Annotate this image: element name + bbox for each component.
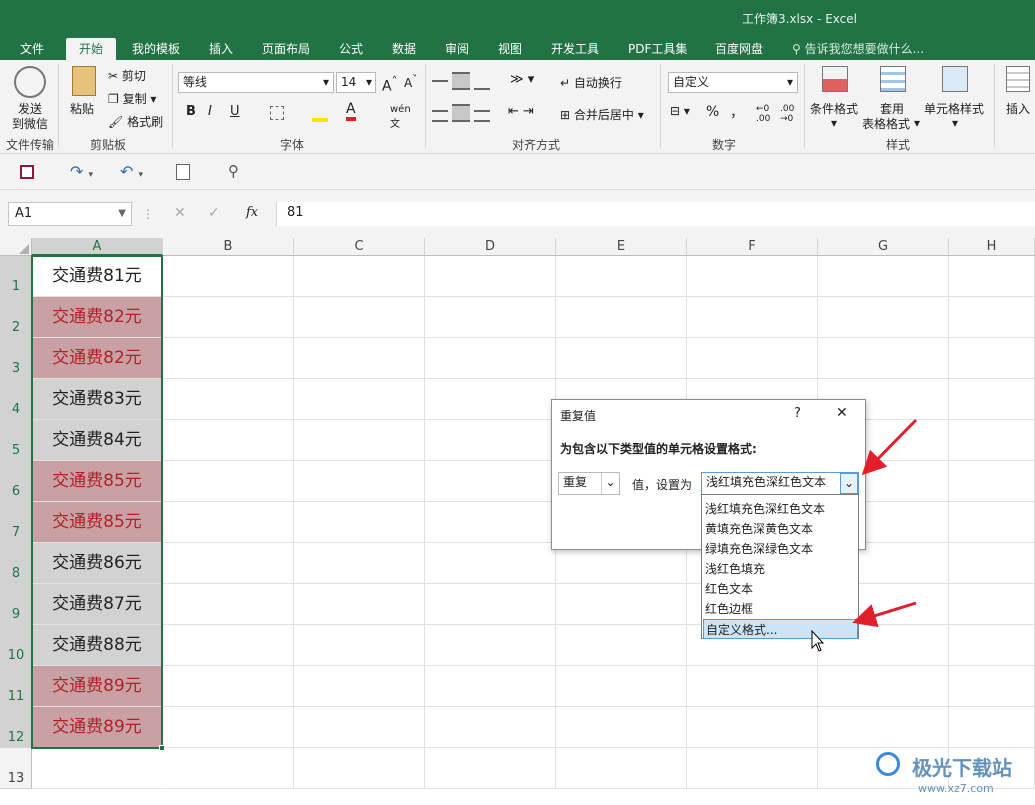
annotation-overlay bbox=[811, 418, 918, 652]
red-arrow-icon bbox=[861, 418, 918, 476]
mouse-cursor-icon bbox=[811, 629, 825, 652]
watermark-logo-icon bbox=[876, 752, 900, 776]
watermark-title: 极光下载站 bbox=[912, 756, 1012, 780]
watermark-url: www.xz7.com bbox=[918, 782, 994, 795]
red-arrow-icon bbox=[852, 601, 917, 628]
